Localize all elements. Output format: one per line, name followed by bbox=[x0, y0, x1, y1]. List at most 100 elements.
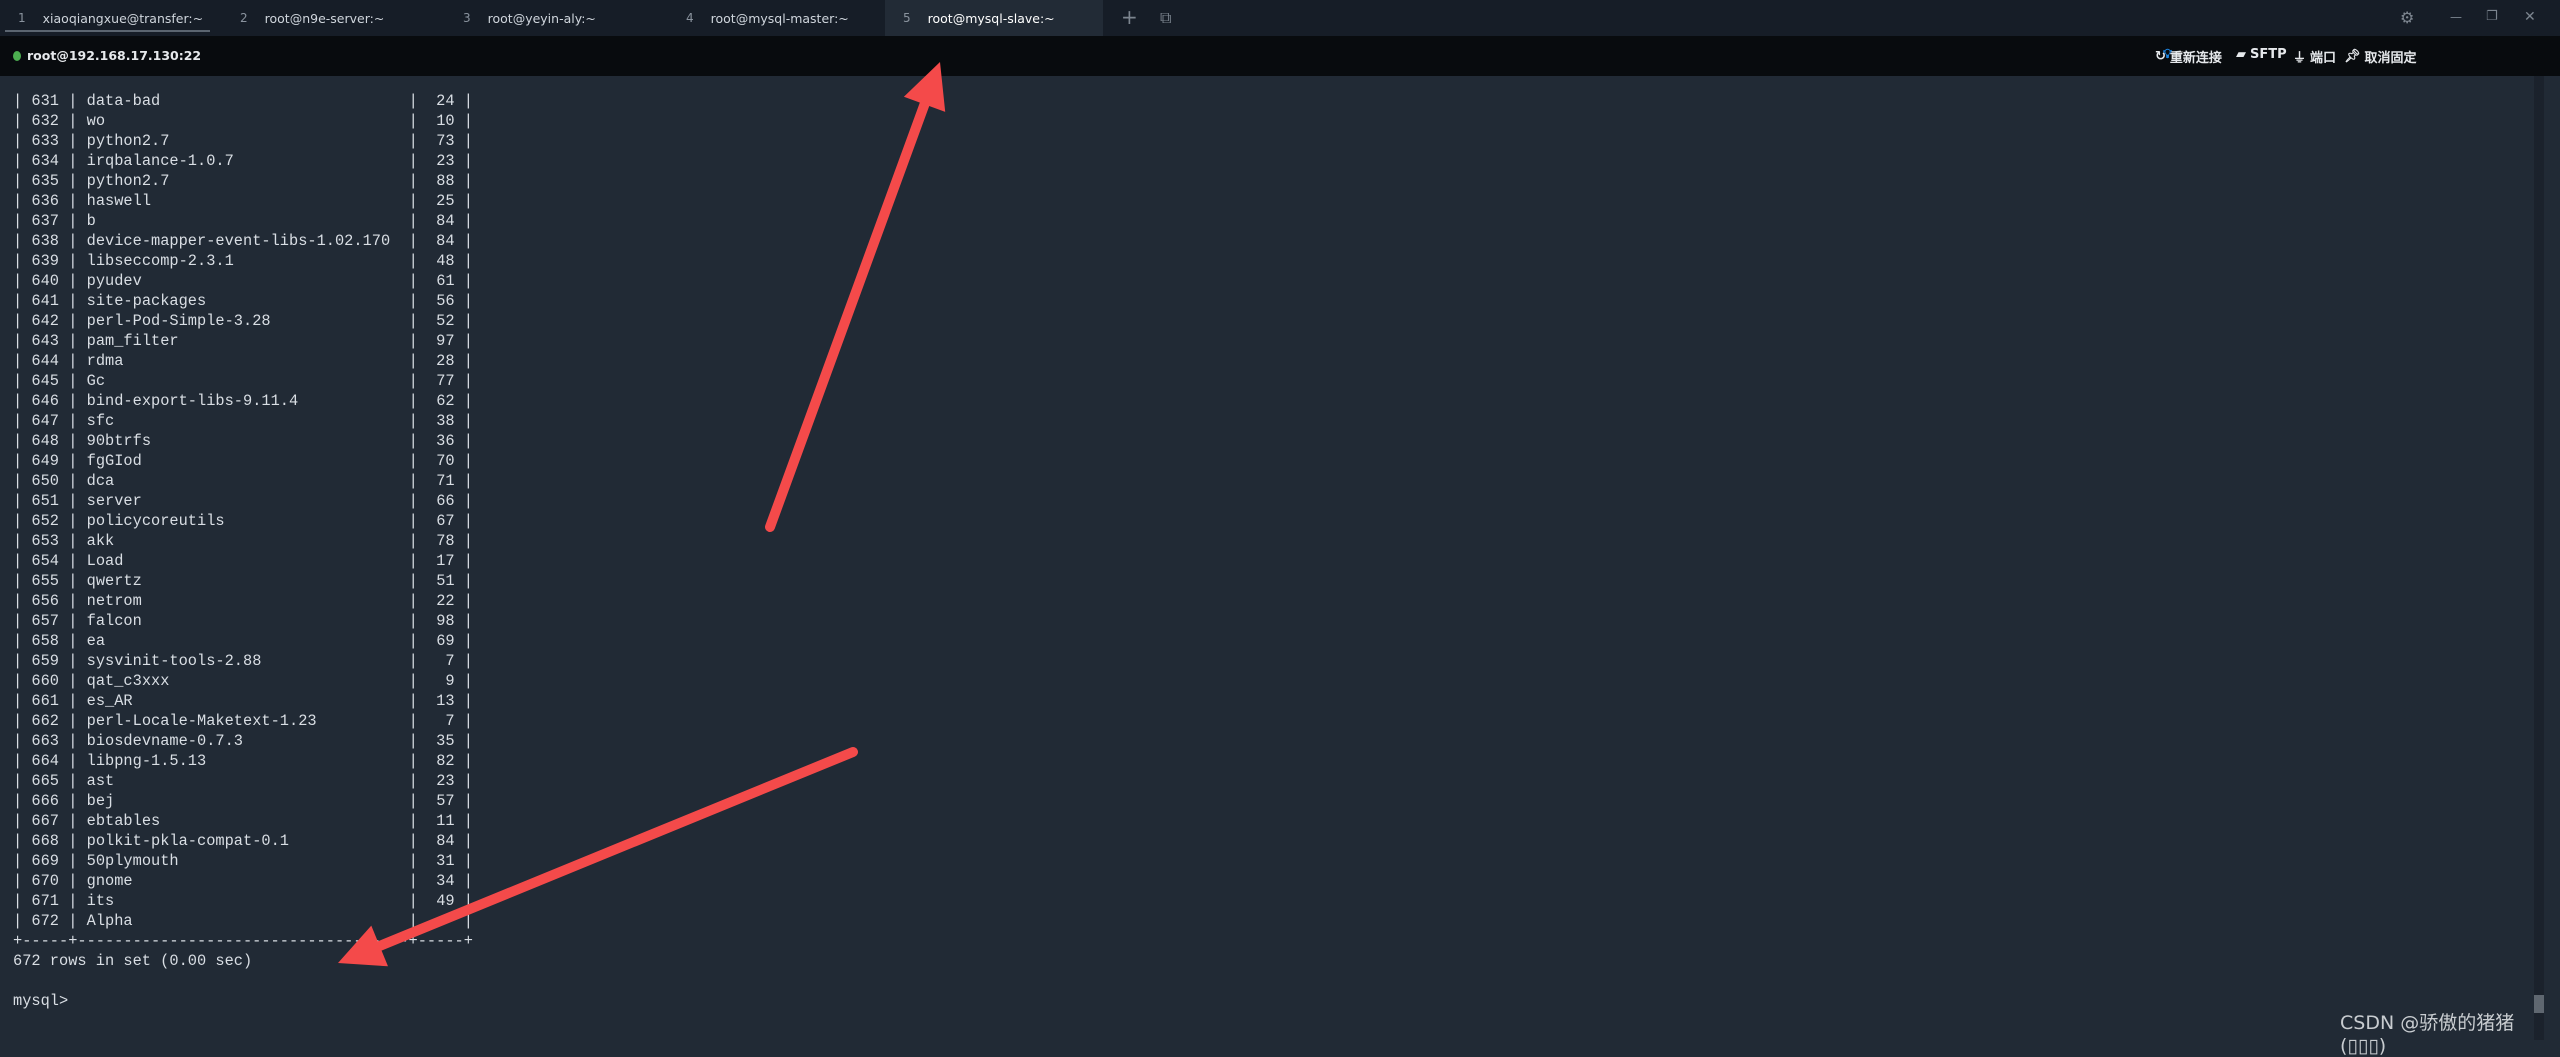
cell-name: netrom bbox=[86, 592, 142, 610]
table-row: | 657 | falcon | 98 | bbox=[13, 612, 473, 630]
cell-name: fgGIod bbox=[86, 452, 142, 470]
table-row: | 652 | policycoreutils | 67 | bbox=[13, 512, 473, 530]
table-row: | 653 | akk | 78 | bbox=[13, 532, 473, 550]
cell-value: 51 bbox=[436, 572, 455, 590]
table-row: | 650 | dca | 71 | bbox=[13, 472, 473, 490]
table-row: | 641 | site-packages | 56 | bbox=[13, 292, 473, 310]
cell-value: 36 bbox=[436, 432, 455, 450]
tab-3[interactable]: 3 root@yeyin-aly:~ bbox=[445, 0, 663, 36]
cell-name: server bbox=[86, 492, 142, 510]
table-row: | 656 | netrom | 22 | bbox=[13, 592, 473, 610]
table-row: | 672 | Alpha | | bbox=[13, 912, 473, 930]
table-row: | 634 | irqbalance-1.0.7 | 23 | bbox=[13, 152, 473, 170]
duplicate-tab-icon[interactable]: ⧉ bbox=[1160, 8, 1171, 28]
table-row: | 635 | python2.7 | 88 | bbox=[13, 172, 473, 190]
cell-id: 665 bbox=[31, 772, 60, 790]
minimize-icon[interactable]: — bbox=[2450, 10, 2462, 24]
cell-value: 84 bbox=[436, 212, 455, 230]
cell-name: qwertz bbox=[86, 572, 142, 590]
sftp-button[interactable]: ▰ SFTP bbox=[2236, 47, 2287, 62]
cell-value: 52 bbox=[436, 312, 455, 330]
close-icon[interactable]: ✕ bbox=[2524, 9, 2536, 25]
cell-value: 7 bbox=[445, 652, 455, 670]
table-row: | 642 | perl-Pod-Simple-3.28 | 52 | bbox=[13, 312, 473, 330]
gear-icon[interactable]: ⚙ bbox=[2400, 8, 2414, 27]
table-row: | 631 | data-bad | 24 | bbox=[13, 92, 473, 110]
unpin-button[interactable]: 📌︎ 取消固定 bbox=[2344, 47, 2417, 66]
cell-value: 98 bbox=[436, 612, 455, 630]
tab-4[interactable]: 4 root@mysql-master:~ bbox=[668, 0, 886, 36]
cell-id: 671 bbox=[31, 892, 60, 910]
cell-name: pyudev bbox=[86, 272, 142, 290]
cell-id: 637 bbox=[31, 212, 60, 230]
cell-value: 23 bbox=[436, 772, 455, 790]
cell-name: ebtables bbox=[86, 812, 161, 830]
cell-value: 73 bbox=[436, 132, 455, 150]
table-row: | 637 | b | 84 | bbox=[13, 212, 473, 230]
cell-id: 635 bbox=[31, 172, 60, 190]
tab-label: root@mysql-master:~ bbox=[710, 10, 849, 26]
cell-value: 11 bbox=[436, 812, 455, 830]
tab-2[interactable]: 2 root@n9e-server:~ bbox=[222, 0, 440, 36]
maximize-icon[interactable]: ❐ bbox=[2486, 9, 2498, 24]
cell-value: 28 bbox=[436, 352, 455, 370]
cell-value: 97 bbox=[436, 332, 455, 350]
cell-name: policycoreutils bbox=[86, 512, 225, 530]
cell-name: bind-export-libs-9.11.4 bbox=[86, 392, 299, 410]
cell-id: 646 bbox=[31, 392, 60, 410]
reconnect-label: 重新连接 bbox=[2169, 51, 2222, 66]
table-row: | 659 | sysvinit-tools-2.88 | 7 | bbox=[13, 652, 473, 670]
cell-id: 631 bbox=[31, 92, 60, 110]
cell-id: 654 bbox=[31, 552, 60, 570]
cell-id: 669 bbox=[31, 852, 60, 870]
cell-id: 667 bbox=[31, 812, 60, 830]
cell-name: sysvinit-tools-2.88 bbox=[86, 652, 262, 670]
result-summary: 672 rows in set (0.00 sec) bbox=[13, 952, 253, 970]
refresh-icon: ↻ bbox=[2155, 49, 2166, 64]
table-row: | 661 | es_AR | 13 | bbox=[13, 692, 473, 710]
cell-id: 642 bbox=[31, 312, 60, 330]
cell-name: python2.7 bbox=[86, 172, 170, 190]
table-row: | 670 | gnome | 34 | bbox=[13, 872, 473, 890]
table-row: | 664 | libpng-1.5.13 | 82 | bbox=[13, 752, 473, 770]
folder-icon: ▰ bbox=[2236, 47, 2246, 62]
cell-value: 61 bbox=[436, 272, 455, 290]
reconnect-button[interactable]: ↻ 重新连接 bbox=[2155, 47, 2222, 66]
cell-id: 632 bbox=[31, 112, 60, 130]
cell-id: 650 bbox=[31, 472, 60, 490]
cell-id: 644 bbox=[31, 352, 60, 370]
cell-id: 649 bbox=[31, 452, 60, 470]
session-host: root@192.168.17.130:22 bbox=[13, 48, 201, 63]
cell-id: 664 bbox=[31, 752, 60, 770]
port-button[interactable]: ⏚ 端口 bbox=[2293, 47, 2336, 66]
cell-value: 57 bbox=[436, 792, 455, 810]
table-row: | 667 | ebtables | 11 | bbox=[13, 812, 473, 830]
table-row: | 638 | device-mapper-event-libs-1.02.17… bbox=[13, 232, 473, 250]
tab-1[interactable]: 1 xiaoqiangxue@transfer:~ bbox=[0, 0, 218, 36]
cell-value: 31 bbox=[436, 852, 455, 870]
cell-name: rdma bbox=[86, 352, 124, 370]
cell-name: 50plymouth bbox=[86, 852, 179, 870]
plug-icon: ⏚ bbox=[2293, 51, 2307, 66]
table-row: | 668 | polkit-pkla-compat-0.1 | 84 | bbox=[13, 832, 473, 850]
tab-number: 1 bbox=[18, 11, 26, 25]
port-label: 端口 bbox=[2310, 51, 2337, 66]
cell-value: 34 bbox=[436, 872, 455, 890]
table-row: | 639 | libseccomp-2.3.1 | 48 | bbox=[13, 252, 473, 270]
cell-value: 84 bbox=[436, 832, 455, 850]
scrollbar[interactable] bbox=[2534, 76, 2544, 1040]
cell-value: 48 bbox=[436, 252, 455, 270]
cell-name: its bbox=[86, 892, 115, 910]
cell-id: 634 bbox=[31, 152, 60, 170]
tab-label: xiaoqiangxue@transfer:~ bbox=[42, 10, 204, 26]
table-row: | 648 | 90btrfs | 36 | bbox=[13, 432, 473, 450]
tab-5[interactable]: 5 root@mysql-slave:~ bbox=[885, 0, 1103, 36]
cell-id: 666 bbox=[31, 792, 60, 810]
add-tab-icon[interactable]: + bbox=[1121, 5, 1138, 29]
table-row: | 651 | server | 66 | bbox=[13, 492, 473, 510]
cell-value: 77 bbox=[436, 372, 455, 390]
terminal-output[interactable]: | 631 | data-bad | 24 | | 632 | wo | 10 |… bbox=[13, 91, 473, 1011]
tab-number: 3 bbox=[463, 11, 471, 25]
cell-id: 659 bbox=[31, 652, 60, 670]
cell-name: es_AR bbox=[86, 692, 133, 710]
